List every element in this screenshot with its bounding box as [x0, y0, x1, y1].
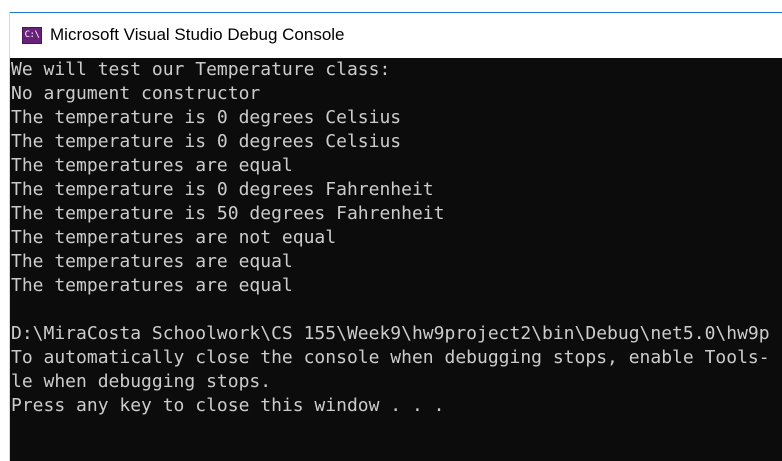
console-line-autoclose-hint: To automatically close the console when …: [11, 347, 770, 368]
debug-console-window[interactable]: C:\ Microsoft Visual Studio Debug Consol…: [10, 12, 782, 461]
console-line: The temperature is 0 degrees Fahrenheit: [11, 179, 434, 200]
console-line: The temperatures are equal: [11, 251, 293, 272]
console-line: The temperatures are equal: [11, 155, 293, 176]
console-line: We will test our Temperature class:: [11, 59, 391, 80]
console-line: The temperatures are equal: [11, 275, 293, 296]
window-title: Microsoft Visual Studio Debug Console: [50, 25, 345, 44]
console-line-autoclose-hint-continued: le when debugging stops.: [11, 371, 272, 392]
console-line: The temperature is 50 degrees Fahrenheit: [11, 203, 445, 224]
console-line: No argument constructor: [11, 83, 261, 104]
console-app-icon: C:\: [22, 27, 42, 44]
console-line: The temperature is 0 degrees Celsius: [11, 131, 402, 152]
console-line-executable-path: D:\MiraCosta Schoolwork\CS 155\Week9\hw9…: [11, 323, 770, 344]
console-output[interactable]: We will test our Temperature class: No a…: [10, 58, 782, 461]
title-bar[interactable]: C:\ Microsoft Visual Studio Debug Consol…: [10, 12, 782, 58]
console-line: The temperatures are not equal: [11, 227, 337, 248]
console-line-press-any-key: Press any key to close this window . . .: [11, 395, 445, 416]
console-line: The temperature is 0 degrees Celsius: [11, 107, 402, 128]
